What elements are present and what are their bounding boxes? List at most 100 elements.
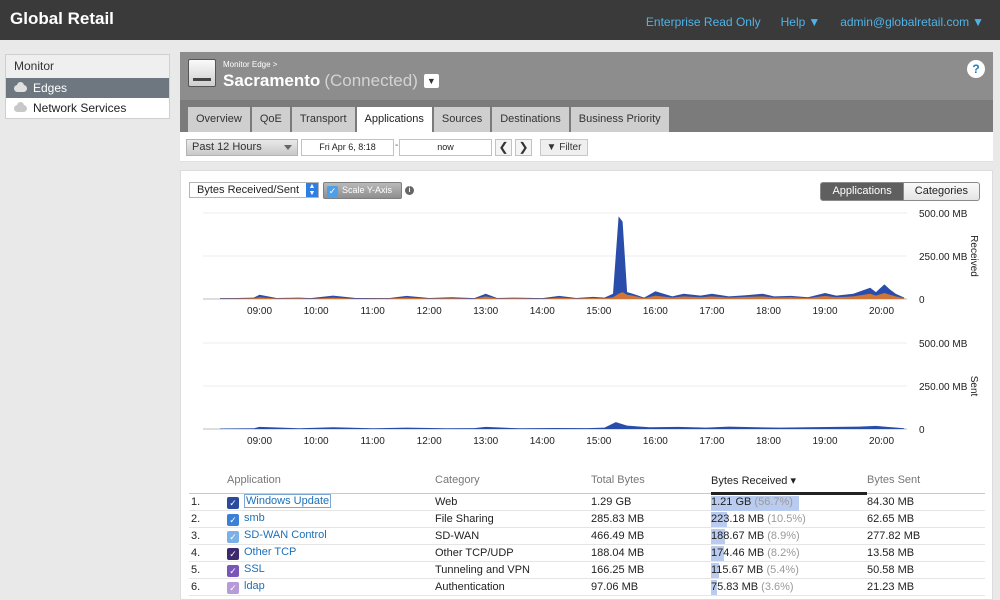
previous-range-button[interactable]: ❮ [495,139,512,156]
sidebar-header: Monitor [6,55,169,78]
edge-header: Monitor Edge > Sacramento (Connected) ▼ ? … [180,52,993,133]
table-row[interactable]: 4. ✓ Other TCP Other TCP/UDP 188.04 MB 17… [189,544,985,562]
page-title: Sacramento (Connected) ▼ [223,71,439,91]
tab-transport[interactable]: Transport [291,107,355,132]
checkbox-checked-icon[interactable]: ✓ [227,547,239,560]
applications-table: Application Category Total Bytes Bytes R… [189,470,985,596]
x-tick-label: 18:00 [756,436,781,447]
breadcrumb[interactable]: Monitor Edge > [223,60,277,69]
filter-label: Filter [559,142,582,153]
tab-bar: Overview QoE Transport Applications Sour… [188,107,669,133]
checkbox-checked-icon: ✓ [327,186,338,197]
user-menu[interactable]: admin@globalretail.com ▼ [840,15,984,29]
tab-business-priority[interactable]: Business Priority [570,107,669,132]
filter-button[interactable]: ▼ Filter [540,139,588,156]
row-rank: 3. [189,527,227,545]
application-cell: ✓ SD-WAN Control [227,527,435,545]
tab-sources[interactable]: Sources [433,107,491,132]
total-bytes-cell: 166.25 MB [591,561,711,579]
x-tick-label: 10:00 [304,306,329,317]
column-header-application[interactable]: Application [227,470,435,494]
tab-destinations[interactable]: Destinations [492,107,569,132]
x-tick-label: 15:00 [586,306,611,317]
bytes-sent-cell: 62.65 MB [867,510,985,528]
bytes-received-value: 188.67 MB [711,529,765,542]
view-applications-button[interactable]: Applications [820,182,904,201]
application-link[interactable]: SD-WAN Control [244,529,327,541]
checkbox-checked-icon[interactable]: ✓ [227,513,239,526]
table-row[interactable]: 1. ✓ Windows Update Web 1.29 GB 1.21 GB (… [189,493,985,511]
chevron-down-icon: ▼ [972,15,984,29]
column-header-total-bytes[interactable]: Total Bytes [591,470,711,494]
y-tick-label: 250.00 MB [919,382,968,393]
next-range-button[interactable]: ❯ [515,139,532,156]
tab-overview[interactable]: Overview [188,107,250,132]
help-label: Help [780,15,806,29]
scale-y-axis-toggle[interactable]: ✓ Scale Y-Axis [323,182,402,199]
top-bar: Global Retail Enterprise Read Only Help ▼… [0,0,1000,40]
x-tick-label: 16:00 [643,306,668,317]
row-rank: 1. [189,493,227,511]
scale-y-axis-label: Scale Y-Axis [342,185,393,195]
bytes-received-value: 174.46 MB [711,546,765,559]
category-cell: Other TCP/UDP [435,544,591,562]
checkbox-checked-icon[interactable]: ✓ [227,496,239,509]
end-time-input[interactable]: now [399,139,492,156]
metric-value: Bytes Received/Sent [197,184,300,196]
bytes-sent-cell: 13.58 MB [867,544,985,562]
checkbox-checked-icon[interactable]: ✓ [227,581,239,594]
column-header-category[interactable]: Category [435,470,591,494]
bytes-received-percent: (10.5%) [767,512,806,525]
checkbox-checked-icon[interactable]: ✓ [227,564,239,577]
brand-logo[interactable]: Global Retail [10,9,114,29]
x-tick-label: 16:00 [643,436,668,447]
info-icon[interactable]: i [405,186,414,195]
received-chart[interactable]: 500.00 MB 250.00 MB 0 Received 09:00 10:00 11:… [181,201,993,326]
enterprise-read-only-link[interactable]: Enterprise Read Only [646,15,761,29]
tab-applications[interactable]: Applications [356,107,432,133]
tab-qoe[interactable]: QoE [251,107,290,132]
sidebar-item-network-services[interactable]: Network Services [6,98,169,118]
metric-select[interactable]: Bytes Received/Sent ▲ ▼ [189,182,319,198]
site-dropdown-button[interactable]: ▼ [423,74,439,88]
sent-chart[interactable]: 500.00 MB 250.00 MB 0 Sent 09:00 10:00 11:00 12… [181,331,993,456]
view-toggle: Applications Categories [820,182,980,201]
checkbox-checked-icon[interactable]: ✓ [227,530,239,543]
column-header-bytes-received[interactable]: Bytes Received ▾ [711,470,867,495]
bytes-received-percent: (3.6%) [761,580,794,593]
help-button[interactable]: ? [967,60,985,78]
sidebar-item-label: Edges [33,81,68,95]
bytes-received-percent: (8.9%) [767,529,800,542]
sidebar-item-edges[interactable]: Edges [6,78,169,98]
table-row[interactable]: 2. ✓ smb File Sharing 285.83 MB 223.18 MB… [189,510,985,528]
total-bytes-cell: 285.83 MB [591,510,711,528]
x-tick-label: 19:00 [812,306,837,317]
help-menu[interactable]: Help ▼ [781,15,821,29]
category-cell: Tunneling and VPN [435,561,591,579]
start-time-input[interactable]: Fri Apr 6, 8:18 [301,139,394,156]
category-cell: File Sharing [435,510,591,528]
total-bytes-cell: 1.29 GB [591,493,711,511]
application-link[interactable]: ldap [244,580,265,592]
time-range-select[interactable]: Past 12 Hours [186,139,298,156]
range-separator: - [395,140,399,151]
bytes-received-cell: 223.18 MB (10.5%) [711,510,867,528]
category-cell: SD-WAN [435,527,591,545]
application-link[interactable]: Other TCP [244,546,296,558]
x-tick-label: 20:00 [869,436,894,447]
x-tick-label: 11:00 [360,436,385,447]
x-tick-label: 10:00 [304,436,329,447]
table-row[interactable]: 3. ✓ SD-WAN Control SD-WAN 466.49 MB 188.… [189,527,985,545]
table-row[interactable]: 6. ✓ ldap Authentication 97.06 MB 75.83 M… [189,578,985,596]
user-label: admin@globalretail.com [840,15,970,29]
application-link[interactable]: smb [244,512,265,524]
application-link[interactable]: SSL [244,563,265,575]
chevron-down-icon [284,145,292,150]
table-row[interactable]: 5. ✓ SSL Tunneling and VPN 166.25 MB 115.… [189,561,985,579]
total-bytes-cell: 188.04 MB [591,544,711,562]
view-categories-button[interactable]: Categories [903,182,980,201]
row-rank: 4. [189,544,227,562]
application-link[interactable]: Windows Update [244,493,332,508]
column-header-bytes-sent[interactable]: Bytes Sent [867,470,985,494]
top-nav: Enterprise Read Only Help ▼ admin@globalr… [646,15,984,29]
